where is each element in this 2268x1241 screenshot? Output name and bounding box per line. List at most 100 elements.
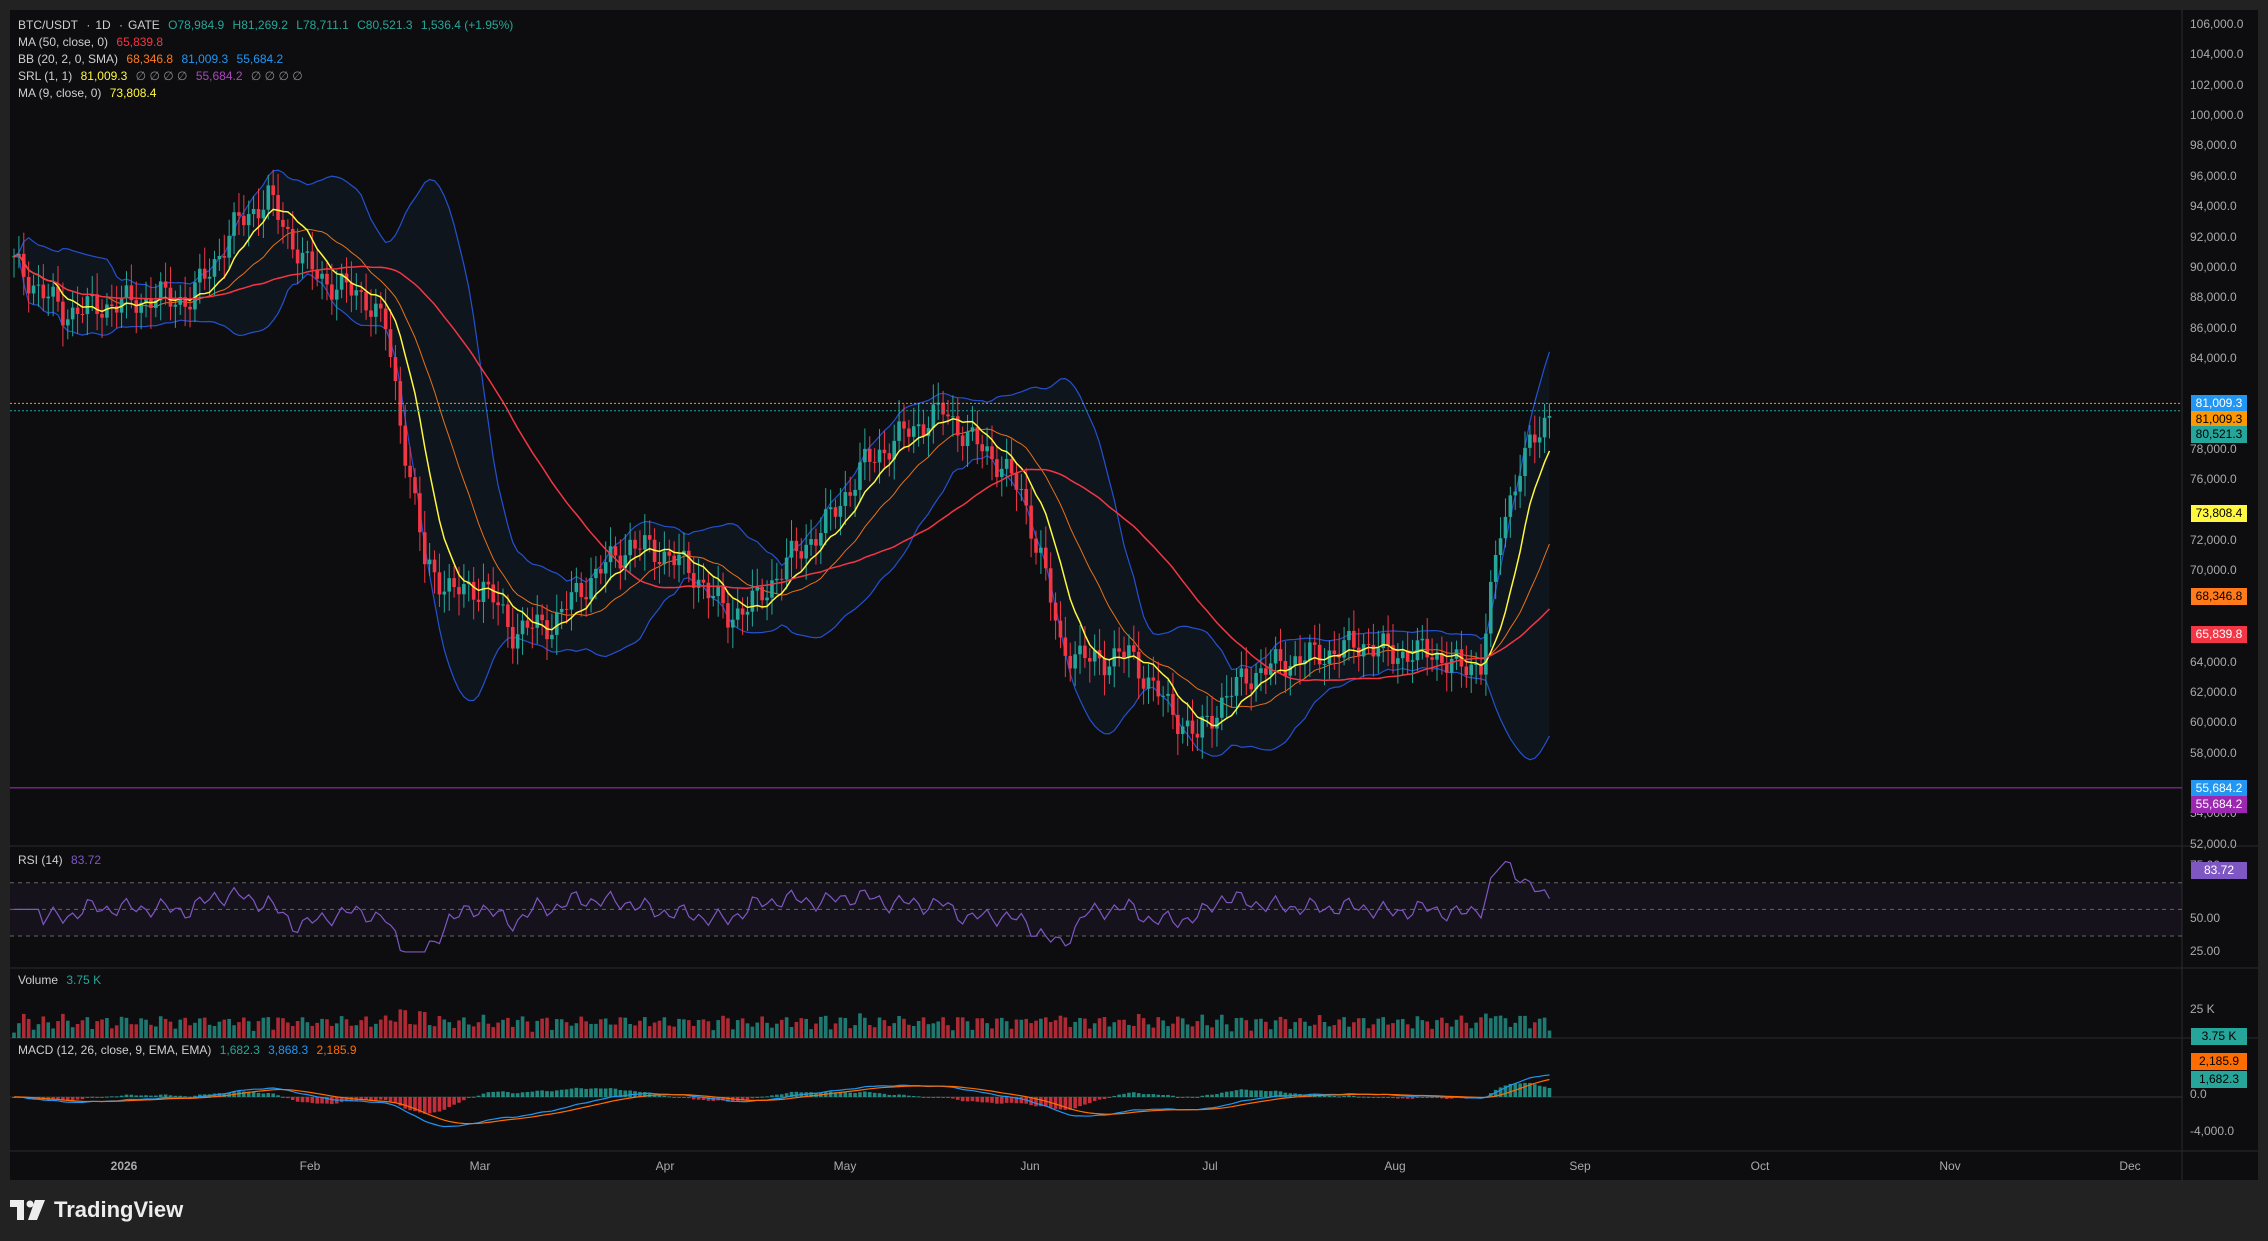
time-tick: Dec bbox=[2119, 1159, 2141, 1173]
volume-bar bbox=[1249, 1030, 1253, 1038]
volume-bar bbox=[1224, 1024, 1229, 1038]
macd-histogram-bar bbox=[1400, 1097, 1405, 1099]
price-badge: 80,521.3 bbox=[2191, 425, 2247, 443]
candle-body bbox=[569, 592, 574, 610]
volume-bar bbox=[100, 1019, 104, 1038]
macd-histogram-bar bbox=[462, 1097, 466, 1101]
macd-histogram-bar bbox=[129, 1094, 134, 1097]
legend-ma9[interactable]: MA (9, close, 0) 73,808.4 bbox=[18, 86, 161, 100]
chart-pane[interactable]: BTC/USDT · 1D · GATE O78,984.9 H81,269.2 L… bbox=[10, 10, 2258, 1180]
time-tick: Sep bbox=[1569, 1159, 1591, 1173]
volume-bar bbox=[1396, 1019, 1400, 1038]
volume-bar bbox=[437, 1016, 442, 1038]
volume-bar bbox=[530, 1031, 535, 1038]
price-tick: 94,000.0 bbox=[2190, 199, 2237, 214]
symbol[interactable]: BTC/USDT bbox=[18, 18, 78, 32]
volume-bar bbox=[1166, 1026, 1170, 1038]
macd-histogram-bar bbox=[750, 1097, 755, 1099]
volume-bar bbox=[21, 1013, 26, 1038]
volume-bar bbox=[1518, 1015, 1522, 1038]
macd-histogram-bar bbox=[149, 1095, 153, 1097]
candle-body bbox=[510, 626, 515, 649]
candle-body bbox=[721, 586, 725, 604]
volume-bar bbox=[1068, 1026, 1073, 1038]
candle-body bbox=[515, 634, 520, 649]
volume-bar bbox=[486, 1023, 491, 1038]
macd-histogram-bar bbox=[1122, 1093, 1126, 1097]
volume-bar bbox=[882, 1020, 887, 1038]
candle-body bbox=[452, 578, 456, 588]
candle-body bbox=[809, 539, 813, 545]
close-value: C80,521.3 bbox=[357, 18, 413, 32]
macd-histogram-bar bbox=[1347, 1095, 1351, 1097]
candle-body bbox=[1259, 668, 1263, 674]
candle-body bbox=[1312, 642, 1317, 645]
price-badge: 55,684.2 bbox=[2191, 779, 2247, 797]
volume-bar bbox=[462, 1017, 466, 1038]
candle-body bbox=[599, 568, 603, 574]
macd-histogram-bar bbox=[770, 1095, 774, 1097]
candle-body bbox=[1117, 648, 1121, 652]
volume-bar bbox=[1004, 1021, 1009, 1038]
candle-body bbox=[540, 614, 544, 621]
candle-body bbox=[911, 426, 916, 437]
macd-histogram-bar bbox=[1058, 1097, 1063, 1110]
volume-bar bbox=[970, 1029, 975, 1038]
candle-body bbox=[965, 431, 970, 447]
volume-bar bbox=[510, 1026, 515, 1038]
candle-body bbox=[173, 304, 178, 307]
volume-bar bbox=[1352, 1022, 1356, 1038]
candle-body bbox=[1048, 568, 1053, 603]
candle-body bbox=[237, 212, 241, 216]
macd-histogram-bar bbox=[975, 1097, 980, 1102]
rsi-legend[interactable]: RSI (14) 83.72 bbox=[18, 853, 106, 867]
macd-histogram-bar bbox=[1146, 1094, 1151, 1097]
candle-body bbox=[1273, 649, 1278, 664]
macd-histogram-bar bbox=[779, 1094, 784, 1097]
macd-histogram-bar bbox=[1088, 1097, 1092, 1104]
candle-body bbox=[1078, 645, 1082, 655]
volume-bar bbox=[814, 1023, 818, 1038]
candle-body bbox=[647, 535, 652, 540]
branding[interactable]: TradingView bbox=[10, 1190, 183, 1230]
candle-body bbox=[838, 505, 843, 517]
macd-histogram-bar bbox=[916, 1096, 921, 1098]
volume-bar bbox=[1254, 1019, 1258, 1038]
macd-histogram-bar bbox=[867, 1092, 872, 1097]
candle-body bbox=[745, 611, 750, 615]
macd-histogram-bar bbox=[1200, 1095, 1205, 1097]
candle-body bbox=[579, 582, 584, 598]
legend-bb[interactable]: BB (20, 2, 0, SMA) 68,346.8 81,009.3 55,… bbox=[18, 52, 288, 66]
legend-ma50[interactable]: MA (50, close, 0) 65,839.8 bbox=[18, 35, 168, 49]
candle-body bbox=[833, 507, 838, 517]
candle-body bbox=[95, 294, 99, 314]
legend-srl[interactable]: SRL (1, 1) 81,009.3 ∅ ∅ ∅ ∅ 55,684.2 ∅ ∅… bbox=[18, 69, 308, 83]
interval[interactable]: 1D bbox=[95, 18, 110, 32]
volume-bar bbox=[286, 1022, 290, 1038]
time-tick: Apr bbox=[655, 1159, 675, 1173]
macd-legend[interactable]: MACD (12, 26, close, 9, EMA, EMA) 1,682.… bbox=[18, 1043, 362, 1057]
volume-bar bbox=[222, 1019, 227, 1038]
macd-histogram-bar bbox=[1112, 1095, 1117, 1097]
macd-histogram-bar bbox=[1224, 1091, 1229, 1097]
srl-empty-2: ∅ ∅ ∅ ∅ bbox=[250, 69, 303, 83]
volume-bar bbox=[579, 1016, 584, 1038]
price-tick: 70,000.0 bbox=[2190, 563, 2237, 578]
chart-canvas[interactable] bbox=[10, 10, 2258, 1180]
macd-histogram-bar bbox=[1405, 1097, 1410, 1099]
macd-histogram-bar bbox=[1420, 1097, 1425, 1098]
volume-bar bbox=[408, 1023, 412, 1038]
volume-bar bbox=[633, 1025, 637, 1038]
macd-histogram-bar bbox=[1542, 1086, 1547, 1097]
volume-bar bbox=[1215, 1019, 1219, 1038]
macd-histogram-bar bbox=[266, 1092, 271, 1097]
volume-bar bbox=[217, 1021, 222, 1038]
candle-body bbox=[1220, 697, 1224, 718]
macd-histogram-bar bbox=[907, 1095, 911, 1097]
volume-bar bbox=[589, 1023, 593, 1038]
candle-body bbox=[1224, 696, 1229, 698]
candle-body bbox=[633, 539, 637, 549]
volume-legend[interactable]: Volume 3.75 K bbox=[18, 973, 106, 987]
volume-bar bbox=[1259, 1018, 1263, 1038]
volume-bar bbox=[466, 1024, 471, 1038]
